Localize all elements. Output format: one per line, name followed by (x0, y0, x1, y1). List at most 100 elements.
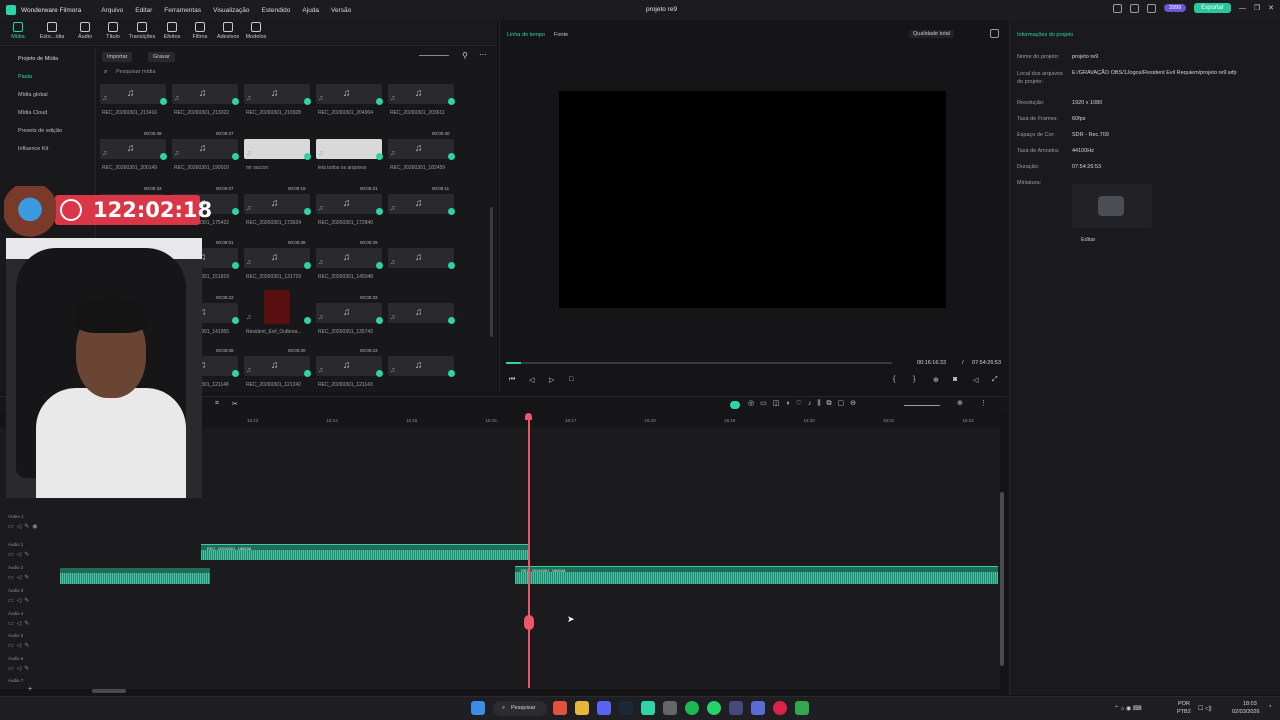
audio-clip-2a[interactable] (60, 568, 210, 584)
sidebar-item-influence-kit[interactable]: Influence Kit (18, 146, 48, 152)
close-icon[interactable]: ✕ (1268, 4, 1274, 12)
media-thumbnail[interactable]: ♫ (388, 84, 454, 104)
preview-screen[interactable] (559, 91, 946, 308)
timeline-vscrollbar[interactable] (1000, 492, 1004, 666)
import-button[interactable]: Importar (102, 52, 133, 62)
tab-source[interactable]: Fonte (554, 32, 568, 38)
step-back-icon[interactable]: ⏮ (509, 376, 515, 384)
menu-arquivo[interactable]: Arquivo (101, 7, 123, 14)
restore-icon[interactable]: ❐ (1254, 4, 1260, 12)
opera-icon[interactable] (773, 701, 787, 715)
media-thumbnail[interactable]: ♫ (172, 84, 238, 104)
media-thumbnail[interactable] (316, 139, 382, 159)
ai-toggle-icon[interactable] (730, 401, 740, 409)
network-volume-icons[interactable]: ☐ ◁) (1198, 705, 1212, 712)
clock-time[interactable]: 18:03 (1243, 701, 1257, 707)
media-thumbnail[interactable]: ♫ (316, 303, 382, 323)
snapshot-icon[interactable] (990, 29, 999, 40)
start-icon[interactable] (471, 701, 485, 715)
keyboard-layout[interactable]: PTB2 (1177, 709, 1191, 715)
filter-icon[interactable]: ⚲ (462, 51, 468, 60)
media-thumbnail[interactable] (244, 139, 310, 159)
track-controls-icon[interactable]: ▭◁✎ (8, 597, 32, 604)
menu-ajuda[interactable]: Ajuda (302, 7, 319, 14)
mark-in-icon[interactable]: { (893, 376, 895, 383)
tray-icons[interactable]: ⌃ ⌂ ◉ ⌨ (1114, 705, 1142, 712)
media-thumbnail[interactable]: ♫ (316, 248, 382, 268)
timeline-tools-icons[interactable]: ◎▭◫◑♡♪⫼⧉▢⊖ (748, 399, 862, 408)
media-thumbnail[interactable]: ♫ (388, 356, 454, 376)
media-thumbnail[interactable]: ♫ (244, 248, 310, 268)
media-scrollbar[interactable] (490, 207, 493, 337)
zoom-in-icon[interactable]: ⊕ (957, 399, 963, 407)
stop-icon[interactable]: □ (569, 376, 573, 383)
tab-transitions[interactable]: Transições (128, 22, 156, 40)
media-thumbnail[interactable]: ♫ (388, 139, 454, 159)
playhead[interactable] (528, 414, 530, 688)
add-track-icon[interactable]: + (28, 686, 32, 693)
tab-stock-media[interactable]: Esto...ídia (38, 22, 66, 40)
volume-icon[interactable]: ◁ (973, 376, 978, 384)
mark-out-icon[interactable]: } (913, 376, 915, 383)
media-thumbnail[interactable] (264, 290, 290, 324)
media-thumbnail[interactable]: ♫ (388, 248, 454, 268)
brave-icon[interactable] (553, 701, 567, 715)
track-controls-icon[interactable]: ▭◁✎ (8, 665, 32, 672)
record-button[interactable]: Gravar (148, 52, 175, 62)
settings-icon[interactable] (1146, 3, 1156, 13)
app2-icon[interactable] (751, 701, 765, 715)
track-controls-icon[interactable]: ▭◁✎◉ (8, 523, 41, 530)
camera-icon[interactable]: ◙ (953, 376, 957, 383)
zoom-icon[interactable]: ⊕ (933, 376, 939, 384)
spotify-icon[interactable] (685, 701, 699, 715)
more-icon[interactable]: ⋮ (980, 399, 987, 407)
sidebar-item-cloud-media[interactable]: Mídia Cloud (18, 110, 47, 116)
tab-timeline[interactable]: Linha do tempo (507, 32, 545, 38)
track-controls-icon[interactable]: ▭◁✎ (8, 620, 32, 627)
filmora-icon[interactable] (641, 701, 655, 715)
thumbnail-preview[interactable] (1072, 184, 1152, 228)
credits-badge[interactable]: 3999 (1163, 4, 1187, 12)
app-icon[interactable] (729, 701, 743, 715)
whatsapp-icon[interactable] (707, 701, 721, 715)
menu-ferramentas[interactable]: Ferramentas (164, 7, 201, 14)
sidebar-item-project-media[interactable]: Projeto de Mídia (18, 56, 58, 62)
more-options-icon[interactable]: ⋯ (479, 50, 487, 59)
export-button[interactable]: Exportar (1194, 3, 1231, 13)
audio-clip-1[interactable]: REC_20260301_185838 (201, 544, 528, 560)
tab-title[interactable]: Título (99, 22, 127, 40)
media-thumbnail[interactable]: ♫ (100, 84, 166, 104)
timeline-ruler[interactable]: 16:13 16:14 16:15 16:16 16:17 16:18 16:19 16:20… (205, 413, 1000, 427)
media-thumbnail[interactable]: ♫ (100, 139, 166, 159)
media-thumbnail[interactable]: ♫ (388, 303, 454, 323)
zoom-slider[interactable] (419, 55, 449, 56)
timeline-hscrollbar[interactable] (92, 689, 126, 693)
playhead-knob[interactable] (524, 615, 534, 630)
media-thumbnail[interactable]: ♫ (244, 194, 310, 214)
split-icon[interactable]: ✂ (232, 400, 238, 408)
media-thumbnail[interactable]: ♫ (244, 84, 310, 104)
track-controls-icon[interactable]: ▭◁✎ (8, 574, 32, 581)
tab-templates[interactable]: Modelos (242, 22, 270, 40)
sidebar-item-edit-presets[interactable]: Presets de edição (18, 128, 62, 134)
crop-icon[interactable]: ⌗ (215, 400, 219, 408)
playback-progress-track[interactable] (506, 362, 892, 364)
file-explorer-icon[interactable] (575, 701, 589, 715)
notification-icon[interactable]: ◔ (1268, 704, 1272, 710)
track-controls-icon[interactable]: ▭◁✎ (8, 642, 32, 649)
language[interactable]: POR (1178, 701, 1190, 707)
edit-thumbnail-button[interactable]: Editar (1081, 237, 1095, 243)
minimize-icon[interactable]: — (1239, 5, 1246, 12)
obs-icon[interactable] (663, 701, 677, 715)
media-thumbnail[interactable]: ♫ (316, 194, 382, 214)
sidebar-item-global-media[interactable]: Mídia global (18, 92, 48, 98)
timeline-zoom-slider[interactable] (904, 405, 940, 406)
audio-clip-2b[interactable]: REC_20260301_185838 (515, 566, 998, 584)
menu-visualizacao[interactable]: Visualização (213, 7, 249, 14)
track-controls-icon[interactable]: ▭◁✎ (8, 551, 32, 558)
menu-estendido[interactable]: Estendido (262, 7, 291, 14)
tab-effects[interactable]: Efeitos (158, 22, 186, 40)
tab-audio[interactable]: Áudio (71, 22, 99, 40)
discord-icon[interactable] (597, 701, 611, 715)
media-thumbnail[interactable]: ♫ (316, 356, 382, 376)
